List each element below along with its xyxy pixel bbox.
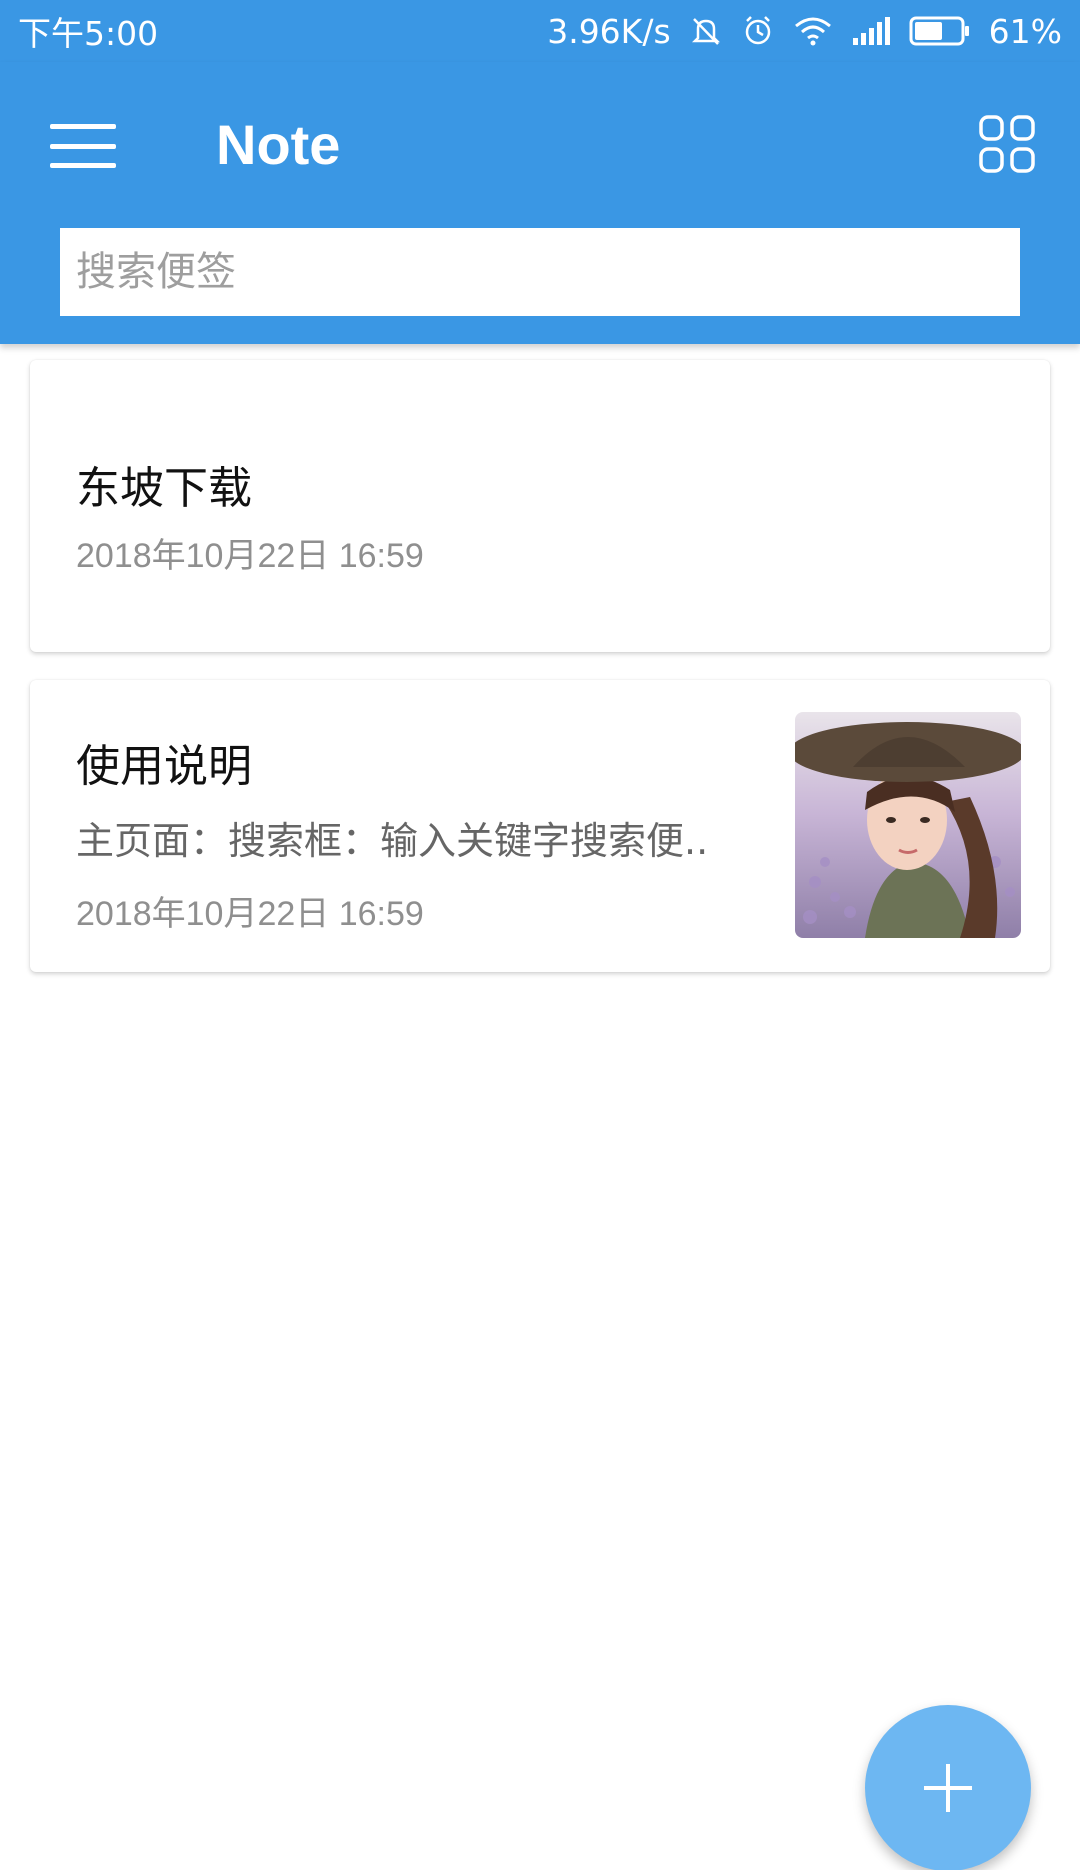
note-thumbnail[interactable]: [795, 712, 1021, 938]
note-preview: 主页面：搜索框：输入关键字搜索便..: [76, 819, 709, 863]
note-title: 使用说明: [76, 741, 252, 792]
add-note-button[interactable]: [865, 1705, 1031, 1870]
hamburger-icon-bar: [50, 163, 116, 168]
note-card[interactable]: 东坡下载 2018年10月22日 16:59: [30, 360, 1050, 652]
menu-button[interactable]: [50, 118, 116, 174]
note-date: 2018年10月22日 16:59: [76, 537, 424, 575]
status-icons: 3.96K/s 61%: [547, 12, 1062, 51]
hamburger-icon-bar: [50, 124, 116, 129]
portrait-image: [795, 712, 1021, 938]
note-card[interactable]: 使用说明 主页面：搜索框：输入关键字搜索便.. 2018年10月22日 16:5…: [30, 680, 1050, 972]
alarm-icon: [741, 14, 775, 48]
note-date: 2018年10月22日 16:59: [76, 895, 424, 933]
battery-icon: [909, 16, 971, 46]
note-title: 东坡下载: [76, 463, 252, 514]
plus-icon: [924, 1764, 972, 1812]
screen: 下午5:00 3.96K/s 61% Note 搜索便签 东坡下载 2018年1…: [0, 0, 1080, 1870]
status-time: 下午5:00: [18, 14, 159, 53]
network-speed: 3.96K/s: [547, 11, 671, 51]
bell-off-icon: [689, 14, 723, 48]
grid-view-button[interactable]: [978, 114, 1036, 174]
hamburger-icon-bar: [50, 143, 116, 149]
page-title: Note: [216, 113, 341, 176]
status-bar: 下午5:00 3.96K/s 61%: [0, 0, 1080, 62]
app-bar: Note: [0, 62, 1080, 344]
wifi-icon: [793, 14, 833, 48]
grid-view-icon: [979, 115, 1035, 173]
signal-icon: [851, 16, 891, 46]
battery-percent: 61%: [988, 11, 1062, 51]
search-input[interactable]: [60, 228, 1020, 316]
